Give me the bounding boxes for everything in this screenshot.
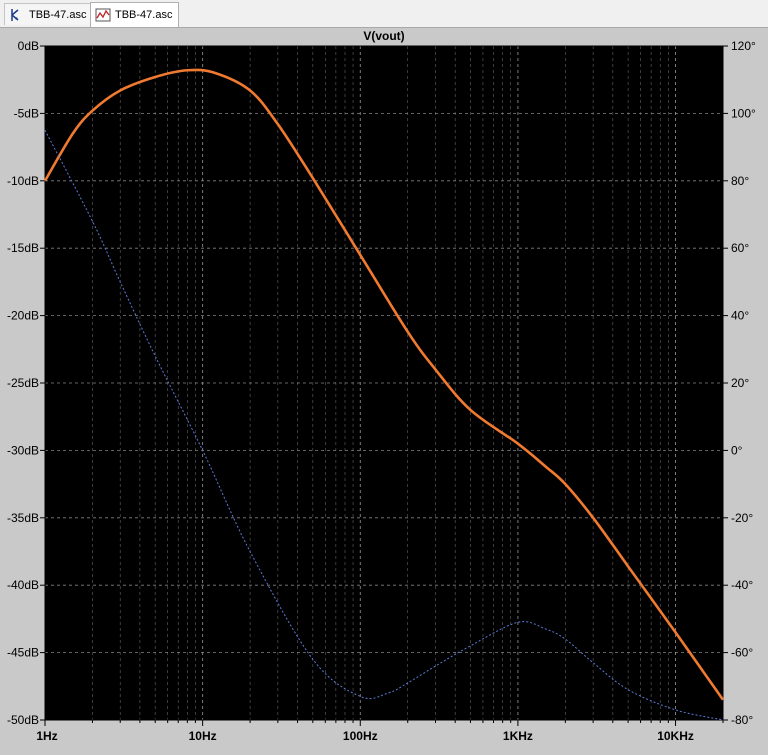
y-left-tick-label: -50dB bbox=[7, 713, 39, 727]
y-right-tick-label: -60° bbox=[731, 646, 753, 660]
y-left-tick-label: -30dB bbox=[7, 443, 39, 457]
y-right-tick-label: 0° bbox=[731, 443, 743, 457]
waveform-icon bbox=[95, 7, 111, 23]
x-tick-label: 1KHz bbox=[503, 729, 533, 743]
trace-title[interactable]: V(vout) bbox=[363, 29, 404, 43]
y-left-tick-label: 0dB bbox=[18, 39, 39, 53]
tab-label: TBB-47.asc bbox=[29, 8, 87, 21]
y-right-tick-label: 120° bbox=[731, 39, 756, 53]
y-left-tick-label: -5dB bbox=[14, 106, 39, 120]
y-left-tick-label: -45dB bbox=[7, 646, 39, 660]
y-right-tick-label: 100° bbox=[731, 106, 756, 120]
x-tick-label: 1Hz bbox=[36, 729, 57, 743]
tab-schematic[interactable]: TBB-47.asc bbox=[4, 3, 94, 25]
tab-bar: TBB-47.asc TBB-47.asc bbox=[0, 0, 768, 28]
x-tick-label: 100Hz bbox=[343, 729, 378, 743]
y-left-tick-label: -40dB bbox=[7, 578, 39, 592]
y-right-tick-label: 40° bbox=[731, 309, 749, 323]
y-left-tick-label: -25dB bbox=[7, 376, 39, 390]
schematic-icon bbox=[9, 7, 25, 23]
y-left-tick-label: -20dB bbox=[7, 309, 39, 323]
y-right-tick-label: -20° bbox=[731, 511, 753, 525]
tab-waveform[interactable]: TBB-47.asc bbox=[90, 2, 180, 27]
x-tick-label: 10Hz bbox=[189, 729, 217, 743]
y-left-tick-label: -35dB bbox=[7, 511, 39, 525]
y-right-tick-label: -80° bbox=[731, 713, 753, 727]
y-right-tick-label: -40° bbox=[731, 578, 753, 592]
plot-pane[interactable]: 0dB -5dB -10dB -15dB -20dB -25dB -30dB -35dB -40… bbox=[0, 28, 768, 750]
y-left-tick-label: -10dB bbox=[7, 174, 39, 188]
bode-plot[interactable]: 0dB -5dB -10dB -15dB -20dB -25dB -30dB -35dB -40… bbox=[0, 28, 768, 750]
y-right-tick-label: 80° bbox=[731, 174, 749, 188]
tab-label: TBB-47.asc bbox=[115, 9, 173, 21]
y-right-tick-label: 60° bbox=[731, 241, 749, 255]
y-left-tick-label: -15dB bbox=[7, 241, 39, 255]
x-tick-label: 10KHz bbox=[657, 729, 694, 743]
y-right-tick-label: 20° bbox=[731, 376, 749, 390]
